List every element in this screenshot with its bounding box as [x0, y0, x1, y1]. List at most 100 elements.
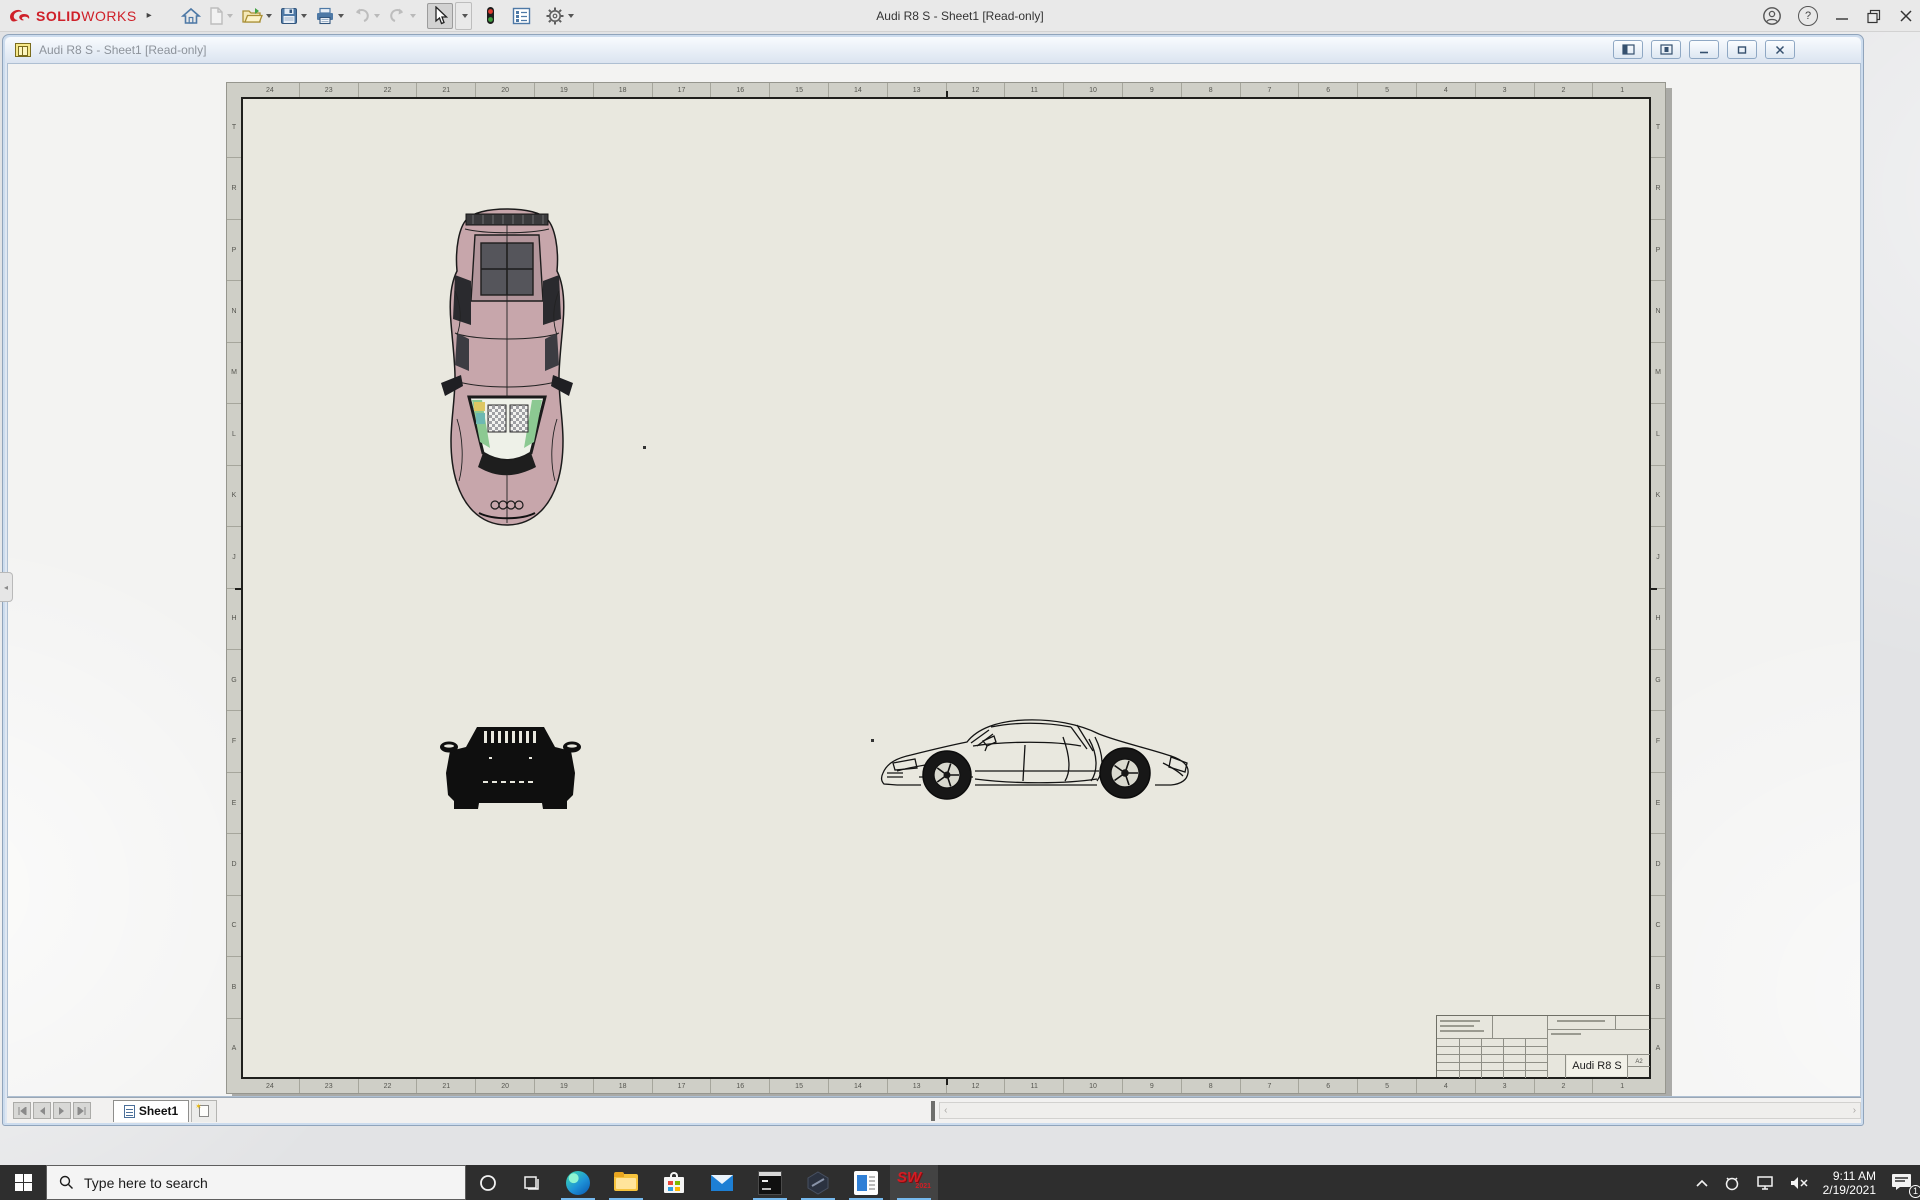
taskbar-app-file-explorer[interactable] [602, 1165, 650, 1200]
new-document-button[interactable] [206, 3, 236, 29]
microsoft-store-icon [662, 1171, 686, 1195]
zone-label: 21 [416, 83, 475, 97]
document-minimize-button[interactable] [1689, 40, 1719, 59]
zone-label: 6 [1298, 1079, 1357, 1093]
next-sheet-button[interactable] [52, 1102, 71, 1119]
taskbar-app-mail[interactable] [698, 1165, 746, 1200]
options-button[interactable] [542, 3, 577, 29]
taskbar-clock[interactable]: 9:11 AM 2/19/2021 [1823, 1169, 1876, 1197]
restore-button[interactable] [1866, 8, 1882, 24]
network-icon[interactable] [1755, 1175, 1775, 1191]
redo-dropdown-icon[interactable] [409, 13, 416, 18]
collapse-pane-tab[interactable]: ◂ [0, 572, 13, 602]
file-explorer-icon [614, 1171, 638, 1195]
home-button[interactable] [178, 3, 204, 29]
title-block-sheet-size: A2 [1635, 1058, 1643, 1065]
taskbar-app-dark-hexagon-app[interactable] [794, 1165, 842, 1200]
toggle-right-pane-button[interactable] [1651, 40, 1681, 59]
last-sheet-button[interactable] [72, 1102, 91, 1119]
task-view-button[interactable] [510, 1165, 554, 1200]
taskbar-search-input[interactable]: Type here to search [46, 1165, 466, 1200]
zone-label: A [227, 1017, 241, 1079]
help-button[interactable]: ? [1798, 6, 1818, 26]
taskbar-app-microsoft-store[interactable] [650, 1165, 698, 1200]
taskbar-app-command-prompt[interactable] [746, 1165, 794, 1200]
zone-label: H [1651, 587, 1665, 649]
tray-chevron-up-icon[interactable] [1695, 1178, 1709, 1188]
save-button[interactable] [277, 3, 310, 29]
new-document-dropdown-icon[interactable] [226, 13, 233, 18]
brand-wordmark: SOLIDWORKS [36, 7, 137, 24]
user-account-icon[interactable] [1762, 6, 1782, 26]
stray-mark [871, 739, 874, 742]
document-close-button[interactable] [1765, 40, 1795, 59]
stoplight-button[interactable] [482, 3, 499, 29]
print-dropdown-icon[interactable] [337, 13, 344, 18]
tab-sheet1[interactable]: Sheet1 [112, 1099, 190, 1122]
taskbar-apps: SW 2021 [554, 1165, 938, 1200]
redo-button[interactable] [385, 3, 419, 29]
select-tool-button[interactable] [426, 2, 453, 29]
sheet-tab-bar: Sheet1 ✶ ‹ › [7, 1097, 1862, 1123]
zone-label: B [1651, 956, 1665, 1017]
zone-label: 13 [886, 83, 946, 97]
pane-splitter-handle[interactable] [931, 1100, 936, 1121]
file-properties-button[interactable] [509, 3, 534, 29]
document-restore-button[interactable] [1727, 40, 1757, 59]
select-tool-dropdown[interactable] [454, 1, 472, 30]
add-sheet-button[interactable]: ✶ [191, 1099, 218, 1122]
zone-label: 13 [886, 1079, 946, 1093]
start-button[interactable] [0, 1165, 46, 1200]
open-button[interactable] [238, 3, 275, 29]
close-button[interactable] [1898, 8, 1914, 24]
print-button[interactable] [312, 3, 347, 29]
drawing-view-side[interactable] [875, 715, 1199, 807]
action-center-button[interactable]: 1 [1890, 1172, 1920, 1198]
open-dropdown-icon[interactable] [265, 13, 272, 18]
zone-label: N [1651, 280, 1665, 341]
zone-label: M [227, 341, 241, 403]
meet-now-icon[interactable] [1723, 1174, 1741, 1192]
solidworks-2021-icon: SW 2021 [897, 1170, 931, 1195]
cortana-icon [480, 1174, 496, 1191]
menu-expander-icon[interactable]: ▸ [147, 10, 152, 21]
taskbar-app-blue-window-app[interactable] [842, 1165, 890, 1200]
undo-dropdown-icon[interactable] [373, 13, 380, 18]
solidworks-logo[interactable]: SOLIDWORKS ▸ [8, 6, 152, 26]
previous-sheet-button[interactable] [32, 1102, 51, 1119]
print-icon [316, 7, 333, 24]
taskbar-app-microsoft-edge[interactable] [554, 1165, 602, 1200]
zone-label: E [227, 771, 241, 833]
save-dropdown-icon[interactable] [300, 13, 307, 18]
minimize-button[interactable] [1834, 8, 1850, 24]
taskbar-app-solidworks-2021[interactable]: SW 2021 [890, 1165, 938, 1200]
zone-label: 18 [592, 1079, 652, 1093]
cortana-button[interactable] [466, 1165, 510, 1200]
main-title-bar: SOLIDWORKS ▸ Audi R8 S - Sheet1 [Read-on… [0, 0, 1920, 32]
drawing-sheet[interactable]: 24 23 22 21 20 19 18 17 16 15 14 13 12 11 10 9 8 7 6 5 4 3 2 1 … [226, 82, 1666, 1094]
blue-window-app-icon [854, 1170, 878, 1195]
dark-hexagon-app-icon [806, 1170, 830, 1195]
volume-muted-icon[interactable] [1789, 1175, 1809, 1191]
zone-label: K [227, 464, 241, 526]
first-sheet-button[interactable] [13, 1102, 31, 1119]
zone-label: 7 [1239, 83, 1299, 97]
save-icon [280, 7, 297, 24]
horizontal-scrollbar[interactable]: ‹ › [939, 1102, 1862, 1119]
zone-label: B [227, 956, 241, 1017]
zone-label: A [1651, 1017, 1665, 1079]
zone-label: 14 [827, 1079, 887, 1093]
drawing-viewport[interactable]: 24 23 22 21 20 19 18 17 16 15 14 13 12 11 10 9 8 7 6 5 4 3 2 1 … [7, 63, 1861, 1097]
drawing-view-front[interactable] [439, 717, 582, 815]
scroll-left-icon[interactable]: ‹ [944, 1105, 947, 1116]
toggle-left-pane-button[interactable] [1613, 40, 1643, 59]
options-dropdown-icon[interactable] [567, 13, 574, 18]
titlebar-controls: ? [1762, 0, 1914, 32]
undo-button[interactable] [349, 3, 383, 29]
zone-label: 19 [533, 83, 593, 97]
drawing-document-icon [15, 43, 31, 57]
document-title-bar[interactable]: Audi R8 S - Sheet1 [Read-only] [5, 37, 1861, 63]
zone-label: 3 [1474, 83, 1534, 97]
drawing-view-top[interactable] [435, 205, 579, 527]
scroll-right-icon[interactable]: › [1853, 1105, 1856, 1116]
